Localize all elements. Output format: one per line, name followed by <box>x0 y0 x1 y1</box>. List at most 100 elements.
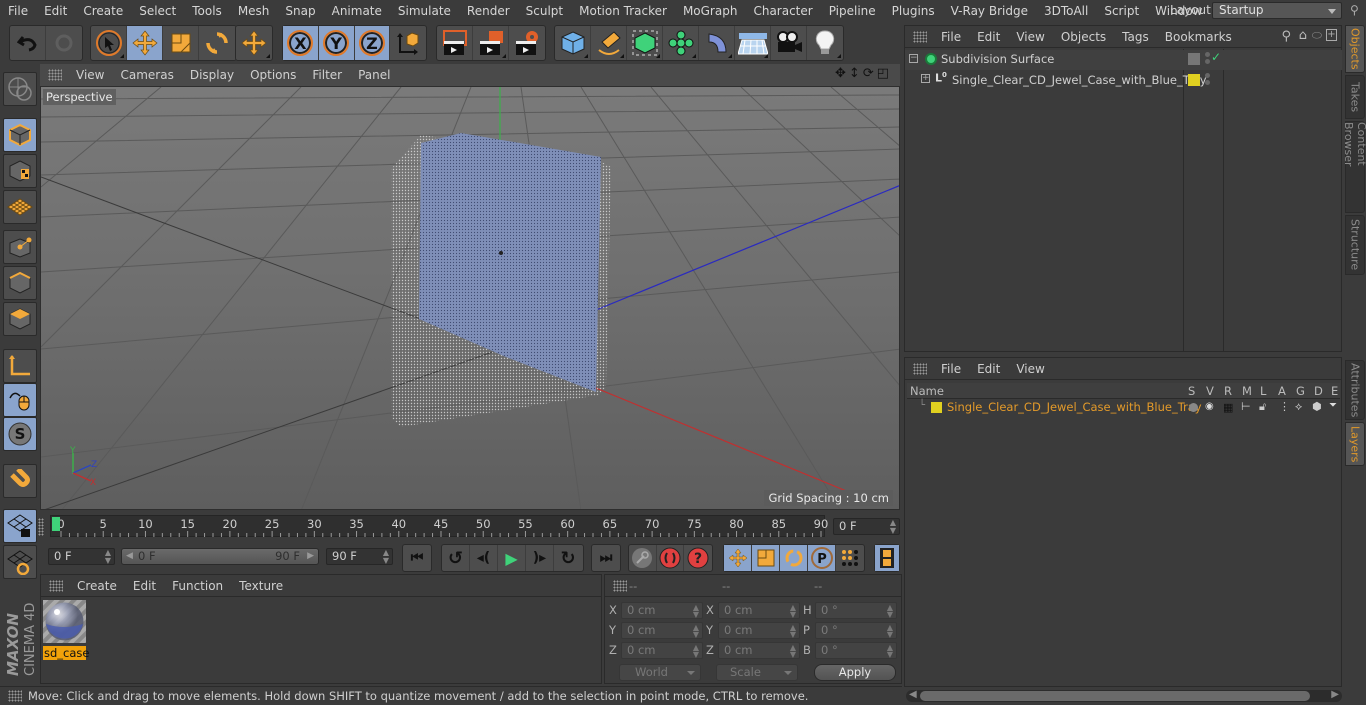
next-frame-button[interactable]: )▸ <box>526 545 554 571</box>
menu-sculpt[interactable]: Sculpt <box>518 4 571 18</box>
panel-grip[interactable] <box>613 579 627 592</box>
tab-layers[interactable]: Layers <box>1345 422 1365 466</box>
spinner-icon[interactable]: ▲ ▼ <box>693 644 699 659</box>
spinner-icon[interactable]: ▲ ▼ <box>887 644 893 659</box>
snap-button[interactable] <box>3 464 37 498</box>
cloner-button[interactable] <box>663 26 699 60</box>
object-menu-objects[interactable]: Objects <box>1053 30 1114 44</box>
expression-icon[interactable]: ⏷ <box>1329 400 1337 411</box>
col-manager[interactable]: M <box>1242 384 1252 398</box>
timeline-window-button[interactable] <box>875 545 899 571</box>
solo-button[interactable]: S <box>3 417 37 451</box>
size-z-field[interactable]: 0 cm ▲ ▼ <box>718 642 800 659</box>
viewport-menu-filter[interactable]: Filter <box>304 68 350 82</box>
coord-mode-dropdown[interactable]: World <box>619 664 701 681</box>
checkmark-icon[interactable]: ✓ <box>1211 50 1221 64</box>
object-menu-edit[interactable]: Edit <box>969 30 1008 44</box>
edge-mode-button[interactable] <box>3 266 37 300</box>
light-button[interactable] <box>807 26 843 60</box>
layout-dropdown[interactable]: Startup <box>1212 2 1342 19</box>
current-frame-field[interactable]: 0 F ▲ ▼ <box>833 518 900 535</box>
redo-button[interactable] <box>46 26 82 60</box>
render-clapper-icon[interactable]: ▦ <box>1223 401 1233 414</box>
layer-row[interactable]: └ Single_Clear_CD_Jewel_Case_with_Blue_T… <box>907 400 1340 416</box>
texture-mode-button[interactable] <box>3 154 37 188</box>
timeline-ruler[interactable]: 0 5 10 15 20 25 30 35 40 45 50 55 60 65 70 75 80 85 90 <box>50 515 828 537</box>
menu-3dtoall[interactable]: 3DToAll <box>1036 4 1096 18</box>
play-button[interactable]: ▶ <box>498 545 526 571</box>
object-name[interactable]: Subdivision Surface <box>941 52 1054 66</box>
make-editable-button[interactable] <box>3 72 37 106</box>
scroll-thumb[interactable] <box>920 691 1310 701</box>
rotation-p-field[interactable]: 0 ° ▲ ▼ <box>815 622 897 639</box>
key-rotation-button[interactable] <box>780 545 808 571</box>
spinner-icon[interactable]: ▲ ▼ <box>790 644 796 659</box>
size-x-field[interactable]: 0 cm ▲ ▼ <box>718 602 800 619</box>
model-mode-button[interactable] <box>3 118 37 152</box>
layer-menu-file[interactable]: File <box>933 362 969 376</box>
point-mode-button[interactable] <box>3 230 37 264</box>
start-frame-field[interactable]: 0 F ▲ ▼ <box>48 548 115 565</box>
coordinate-system-button[interactable] <box>390 26 426 60</box>
col-view[interactable]: V <box>1206 384 1214 398</box>
menu-mograph[interactable]: MoGraph <box>675 4 746 18</box>
visibility-dot[interactable] <box>1205 73 1210 78</box>
size-y-field[interactable]: 0 cm ▲ ▼ <box>718 622 800 639</box>
material-menu-create[interactable]: Create <box>69 579 125 593</box>
panel-grip[interactable] <box>48 69 62 81</box>
material-name[interactable]: sd_case <box>43 646 89 660</box>
col-animation[interactable]: A <box>1278 384 1286 398</box>
menu-pipeline[interactable]: Pipeline <box>821 4 884 18</box>
range-right-arrow-icon[interactable]: ▶ <box>307 549 314 564</box>
playhead[interactable] <box>52 517 60 531</box>
menu-simulate[interactable]: Simulate <box>390 4 459 18</box>
solo-dot-icon[interactable] <box>1189 403 1198 412</box>
material-swatch[interactable]: sd_case <box>43 600 89 660</box>
live-selection-button[interactable] <box>91 26 127 60</box>
spinner-icon[interactable]: ▲ ▼ <box>105 549 111 565</box>
tab-attributes[interactable]: Attributes <box>1345 360 1365 420</box>
next-keyframe-button[interactable]: ↻ <box>554 545 582 571</box>
editor-visibility-icon[interactable] <box>1188 53 1200 65</box>
menu-animate[interactable]: Animate <box>324 4 390 18</box>
move-tool-button[interactable] <box>127 26 163 60</box>
col-locked[interactable]: L <box>1260 384 1266 398</box>
scroll-left-arrow-icon[interactable]: ◀ <box>909 689 917 700</box>
menu-tools[interactable]: Tools <box>184 4 230 18</box>
deformer-button[interactable] <box>699 26 735 60</box>
layer-menu-view[interactable]: View <box>1008 362 1052 376</box>
search-icon[interactable]: ⚲ <box>1350 3 1359 17</box>
spinner-icon[interactable]: ▲ ▼ <box>790 604 796 619</box>
position-x-field[interactable]: 0 cm ▲ ▼ <box>621 602 703 619</box>
record-key-button[interactable] <box>629 545 657 571</box>
render-dot[interactable] <box>1205 59 1210 64</box>
layer-color-swatch[interactable] <box>931 402 942 413</box>
menu-create[interactable]: Create <box>75 4 131 18</box>
pen-button[interactable] <box>591 26 627 60</box>
spinner-icon[interactable]: ▲ ▼ <box>790 624 796 639</box>
tab-objects[interactable]: Objects <box>1345 25 1365 73</box>
autokey-button[interactable] <box>657 545 685 571</box>
viewport-menu-options[interactable]: Options <box>242 68 304 82</box>
tab-structure[interactable]: Structure <box>1345 215 1365 275</box>
spinner-icon[interactable]: ▲ ▼ <box>890 519 896 535</box>
goto-start-button[interactable]: ⏮ <box>403 545 431 571</box>
render-view-button[interactable] <box>437 26 473 60</box>
eye-icon[interactable]: ⬭ <box>1312 28 1322 43</box>
key-position-button[interactable] <box>724 545 752 571</box>
viewport-menu-cameras[interactable]: Cameras <box>112 68 181 82</box>
z-axis-button[interactable]: Z <box>354 26 391 60</box>
menu-script[interactable]: Script <box>1096 4 1147 18</box>
collapse-icon[interactable]: − <box>909 54 918 63</box>
pan-icon[interactable]: ✥ <box>835 66 846 81</box>
frame-range-slider[interactable]: ◀ 0 F 90 F ▶ <box>121 548 319 565</box>
layer-menu-edit[interactable]: Edit <box>969 362 1008 376</box>
menu-select[interactable]: Select <box>131 4 184 18</box>
col-expressions[interactable]: E <box>1331 384 1338 398</box>
viewport-menu-display[interactable]: Display <box>182 68 242 82</box>
menu-mesh[interactable]: Mesh <box>230 4 278 18</box>
object-row[interactable]: − Subdivision Surface ✓ <box>905 50 1342 70</box>
key-parameter-button[interactable]: P <box>808 545 836 571</box>
material-menu-function[interactable]: Function <box>164 579 231 593</box>
new-panel-icon[interactable]: + <box>1326 29 1337 41</box>
